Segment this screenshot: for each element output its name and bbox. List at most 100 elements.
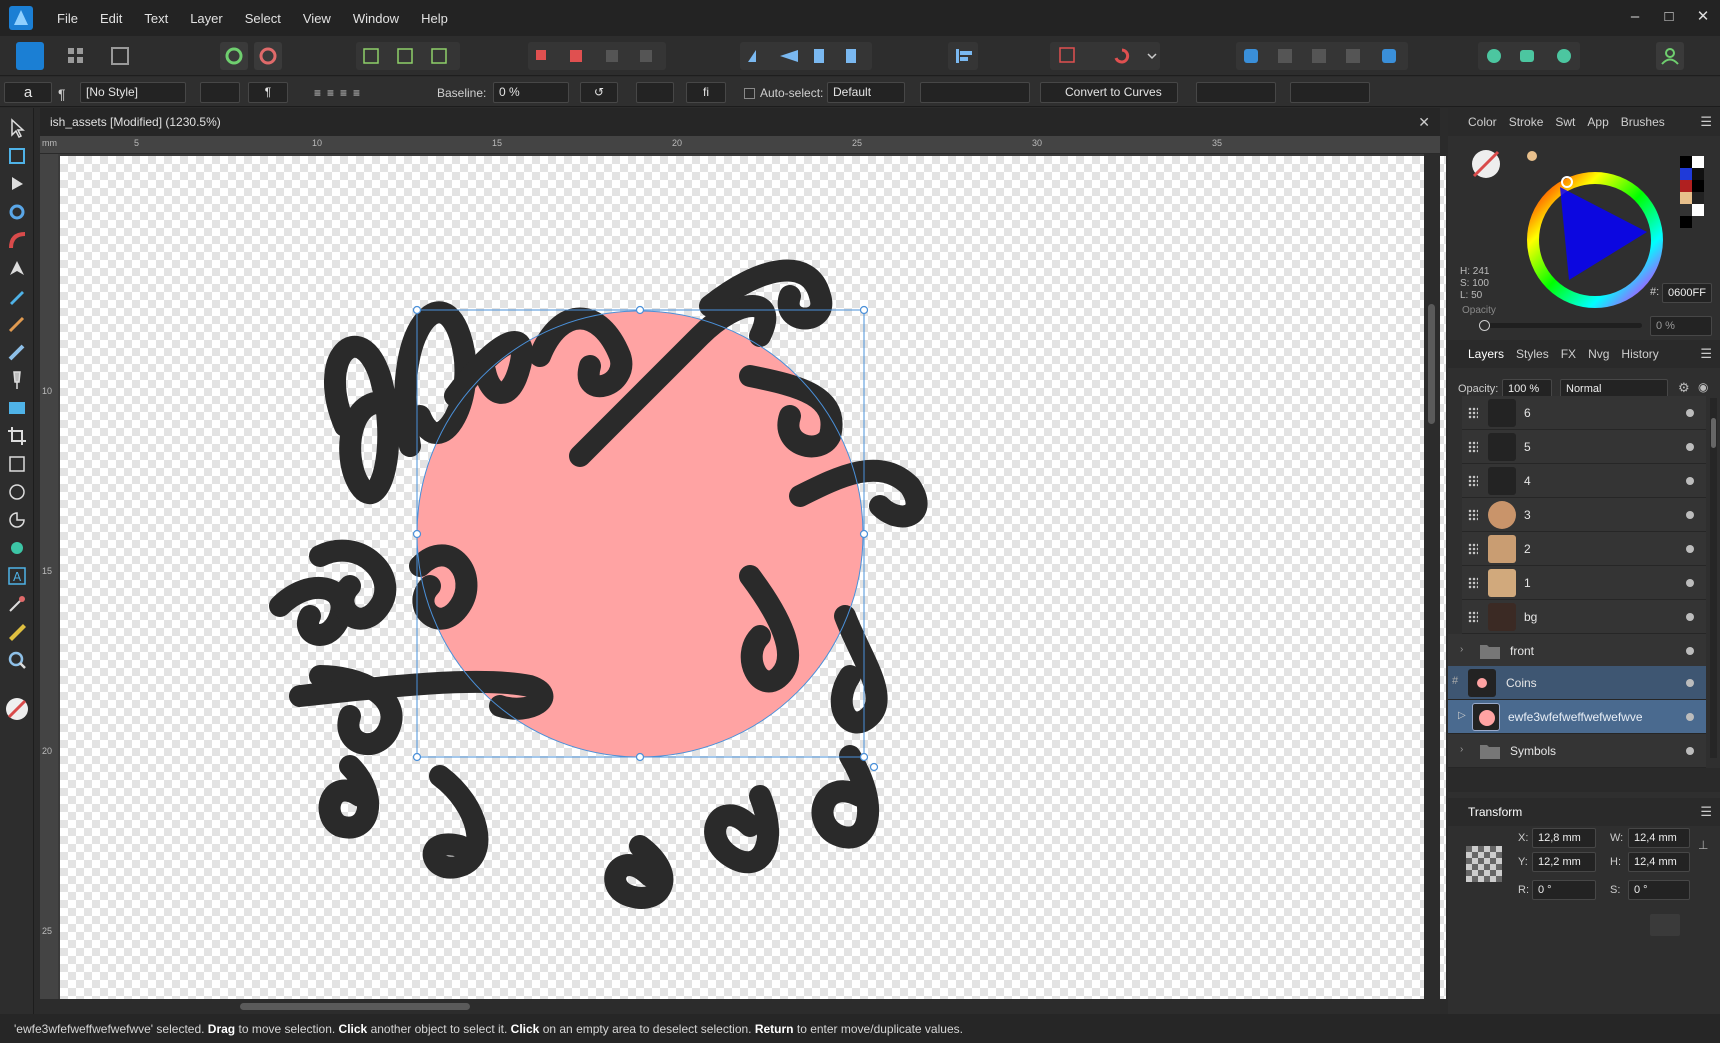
tab-appearance[interactable]: App <box>1581 115 1614 129</box>
minimize-icon[interactable]: – <box>1618 0 1652 36</box>
visibility-dot-icon[interactable] <box>1686 713 1694 721</box>
fill-tool-icon[interactable] <box>5 340 29 364</box>
visibility-dot-icon[interactable] <box>1686 477 1694 485</box>
vector-brush-tool-icon[interactable] <box>5 312 29 336</box>
measure-tool-icon[interactable] <box>5 620 29 644</box>
transform-origin-button[interactable] <box>1650 914 1680 936</box>
color-wheel-area[interactable] <box>1462 142 1708 342</box>
selection-mode-group[interactable] <box>356 42 460 70</box>
point-transform-tool-icon[interactable] <box>5 200 29 224</box>
drag-grip-icon[interactable] <box>1468 441 1478 453</box>
color-ops-group[interactable] <box>1478 42 1580 70</box>
snapping-gear-icon[interactable] <box>254 42 282 70</box>
flip-arrange-group[interactable] <box>740 42 872 70</box>
boolean-operations-group[interactable] <box>528 42 666 70</box>
anchor-point-selector[interactable] <box>1466 846 1502 882</box>
corner-tool-icon[interactable] <box>5 228 29 252</box>
layer-row-coins[interactable]: # Coins <box>1448 666 1706 700</box>
close-document-icon[interactable]: ✕ <box>1418 108 1430 136</box>
transparency-tool-icon[interactable] <box>5 368 29 392</box>
snapping-group[interactable] <box>1050 42 1160 70</box>
menu-text[interactable]: Text <box>133 11 179 26</box>
layers-scroll-thumb[interactable] <box>1711 418 1716 448</box>
style-dropdown[interactable]: [No Style] <box>80 82 186 103</box>
panel-menu-icon[interactable]: ☰ <box>1700 804 1712 820</box>
pixel-persona-icon[interactable] <box>62 42 90 70</box>
document-tab[interactable]: ish_assets [Modified] (1230.5%) ✕ <box>40 108 1440 136</box>
layers-scrollbar[interactable] <box>1710 398 1717 758</box>
vertical-scrollbar[interactable] <box>1424 154 1440 999</box>
h-input[interactable]: 12,4 mm <box>1628 852 1690 872</box>
opacity-input[interactable]: 0 % <box>1650 316 1712 336</box>
expand-chevron-icon[interactable]: › <box>1460 644 1463 655</box>
layer-row[interactable]: bg <box>1462 600 1706 634</box>
vertical-scroll-thumb[interactable] <box>1428 304 1435 424</box>
w-input[interactable]: 12,4 mm <box>1628 828 1690 848</box>
layer-settings-gear-icon[interactable]: ⚙ <box>1678 380 1690 396</box>
rotation-input[interactable]: 0 ° <box>1532 880 1596 900</box>
lock-aspect-icon[interactable]: ⊥ <box>1698 838 1708 852</box>
layer-row[interactable]: 3 <box>1462 498 1706 532</box>
visibility-dot-icon[interactable] <box>1686 647 1694 655</box>
artistic-text-tool-icon[interactable]: A <box>5 564 29 588</box>
zoom-tool-icon[interactable] <box>5 648 29 672</box>
panel-menu-icon[interactable]: ☰ <box>1700 346 1712 362</box>
drag-grip-icon[interactable] <box>1468 509 1478 521</box>
pie-tool-icon[interactable] <box>5 508 29 532</box>
menu-view[interactable]: View <box>292 11 342 26</box>
panel-menu-icon[interactable]: ☰ <box>1700 114 1712 130</box>
opacity-slider-handle[interactable] <box>1479 320 1490 331</box>
transform-title[interactable]: Transform <box>1462 805 1528 819</box>
horizontal-ruler[interactable]: mm 5 10 15 20 25 30 35 <box>40 136 1440 154</box>
menu-edit[interactable]: Edit <box>89 11 133 26</box>
place-image-tool-icon[interactable] <box>5 396 29 420</box>
tab-swatches[interactable]: Swt <box>1549 115 1581 129</box>
menu-help[interactable]: Help <box>410 11 459 26</box>
paragraph-mark-icon[interactable]: ¶ <box>248 82 288 103</box>
account-user-icon[interactable] <box>1656 42 1684 70</box>
export-persona-icon[interactable] <box>106 42 134 70</box>
designer-persona-icon[interactable] <box>16 42 44 70</box>
menu-file[interactable]: File <box>46 11 89 26</box>
rectangle-tool-icon[interactable] <box>5 452 29 476</box>
drag-grip-icon[interactable] <box>1468 475 1478 487</box>
visibility-dot-icon[interactable] <box>1686 545 1694 553</box>
convert-to-curves-button[interactable]: Convert to Curves <box>1040 82 1178 103</box>
ligature-button[interactable]: fi <box>686 82 726 103</box>
canvas[interactable] <box>60 156 1446 999</box>
expand-chevron-icon[interactable]: › <box>1460 744 1463 755</box>
tab-layers[interactable]: Layers <box>1462 347 1510 361</box>
layer-row[interactable]: 1 <box>1462 566 1706 600</box>
visibility-dot-icon[interactable] <box>1686 511 1694 519</box>
drag-grip-icon[interactable] <box>1468 577 1478 589</box>
settings-gear-icon[interactable] <box>220 42 248 70</box>
horizontal-scroll-thumb[interactable] <box>240 1003 470 1010</box>
lock-icon[interactable]: ◉ <box>1698 380 1708 394</box>
move-tool-icon[interactable] <box>5 116 29 140</box>
node-tool-icon[interactable] <box>5 172 29 196</box>
opacity-slider[interactable] <box>1479 320 1642 331</box>
expand-triangle-icon[interactable]: ▷ <box>1458 710 1466 721</box>
menu-layer[interactable]: Layer <box>179 11 234 26</box>
align-vertical-icons[interactable] <box>1290 82 1370 103</box>
tab-styles[interactable]: Styles <box>1510 347 1555 361</box>
maximize-icon[interactable]: □ <box>1652 0 1686 36</box>
layer-group-row[interactable]: › front <box>1448 634 1706 668</box>
close-window-icon[interactable]: ✕ <box>1686 0 1720 36</box>
color-picker-tool-icon[interactable] <box>5 592 29 616</box>
shear-input[interactable]: 0 ° <box>1628 880 1690 900</box>
visibility-dot-icon[interactable] <box>1686 747 1694 755</box>
tab-history[interactable]: History <box>1615 347 1664 361</box>
align-horizontal-icons[interactable] <box>1196 82 1276 103</box>
drag-grip-icon[interactable] <box>1468 543 1478 555</box>
layer-row[interactable]: 5 <box>1462 430 1706 464</box>
align-icon[interactable] <box>948 42 978 70</box>
tab-fx[interactable]: FX <box>1555 347 1582 361</box>
baseline-field[interactable]: 0 % <box>493 82 569 103</box>
fill-stroke-swatch-icon[interactable] <box>4 696 30 722</box>
visibility-dot-icon[interactable] <box>1686 409 1694 417</box>
indent-icon[interactable] <box>200 82 240 103</box>
drag-grip-icon[interactable] <box>1468 611 1478 623</box>
crop-tool-icon[interactable] <box>5 424 29 448</box>
geometry-operations-group[interactable] <box>1236 42 1408 70</box>
